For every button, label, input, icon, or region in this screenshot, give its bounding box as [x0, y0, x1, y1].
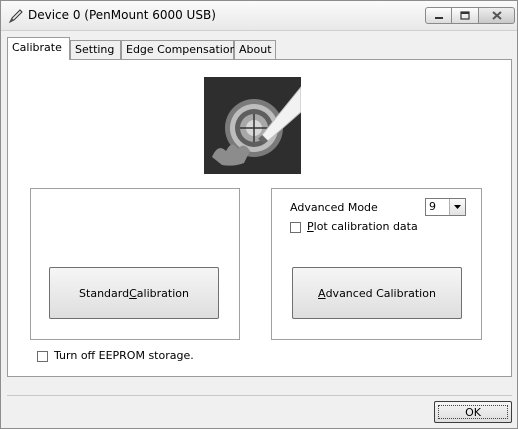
advanced-calibration-suffix: dvanced Calibration	[325, 286, 436, 300]
advanced-calibration-button[interactable]: Advanced Calibration	[292, 267, 462, 319]
dropdown-arrow-icon[interactable]	[449, 199, 465, 215]
calibration-target-logo	[204, 77, 301, 174]
advanced-mode-value: 9	[429, 200, 436, 213]
plot-calibration-label[interactable]: Plot calibration data	[307, 220, 418, 233]
maximize-icon	[460, 11, 470, 20]
footer-separator	[7, 395, 512, 396]
dialog-client-area: Calibrate Setting Edge Compensation Abou…	[7, 37, 512, 423]
minimize-button[interactable]	[425, 7, 452, 24]
maximize-button[interactable]	[452, 7, 479, 24]
tab-strip: Calibrate Setting Edge Compensation Abou…	[7, 37, 512, 60]
close-button[interactable]	[479, 7, 515, 24]
tab-setting[interactable]: Setting	[70, 40, 121, 59]
advanced-calibration-group: Advanced Mode 9 Plot calibration data Ad…	[271, 188, 482, 340]
tab-edge-compensation[interactable]: Edge Compensation	[121, 40, 237, 59]
standard-calibration-prefix: Standard	[79, 286, 130, 300]
tab-about[interactable]: About	[234, 40, 276, 59]
title-bar[interactable]: Device 0 (PenMount 6000 USB)	[1, 1, 517, 31]
focus-rectangle	[438, 405, 508, 419]
tab-calibrate[interactable]: Calibrate	[7, 37, 70, 60]
eeprom-checkbox[interactable]	[37, 351, 48, 362]
ok-button[interactable]: OK	[434, 401, 512, 423]
standard-calibration-hotkey: C	[129, 286, 137, 300]
advanced-calibration-hotkey: A	[318, 286, 326, 300]
advanced-mode-label: Advanced Mode	[290, 201, 378, 214]
standard-calibration-group: Standard Calibration	[30, 188, 240, 340]
standard-calibration-button[interactable]: Standard Calibration	[49, 267, 219, 319]
minimize-icon	[434, 16, 443, 19]
pen-icon	[8, 9, 23, 24]
window-title: Device 0 (PenMount 6000 USB)	[28, 8, 216, 22]
calibrate-tab-panel: Standard Calibration Advanced Mode 9 Plo…	[7, 59, 512, 377]
advanced-mode-select[interactable]: 9	[425, 198, 466, 216]
plot-calibration-hotkey: P	[307, 220, 314, 233]
plot-calibration-suffix: lot calibration data	[313, 220, 418, 233]
close-icon	[491, 11, 502, 20]
eeprom-label[interactable]: Turn off EEPROM storage.	[54, 349, 194, 362]
plot-calibration-checkbox[interactable]	[290, 222, 301, 233]
device-properties-window: Device 0 (PenMount 6000 USB) Calibrate S…	[0, 0, 518, 429]
standard-calibration-suffix: alibration	[136, 286, 189, 300]
